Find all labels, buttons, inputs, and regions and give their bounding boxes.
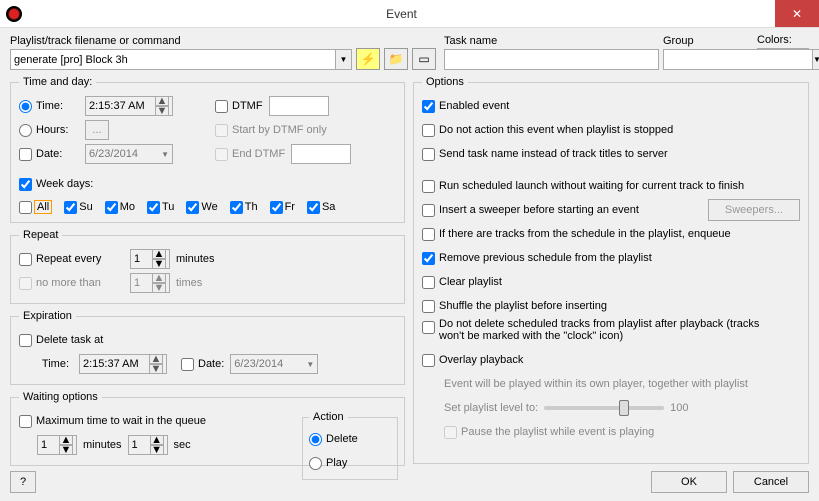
taskname-input[interactable]	[444, 49, 659, 70]
date-check[interactable]	[19, 148, 32, 161]
window-icon-button[interactable]: ▭	[412, 48, 436, 70]
options-group: Options Enabled event Do not action this…	[413, 76, 809, 464]
filename-label: Playlist/track filename or command	[10, 35, 352, 47]
action-delete-radio[interactable]	[309, 433, 322, 446]
start-dtmf-check	[215, 124, 228, 137]
waiting-group: Waiting options Maximum time to wait in …	[10, 391, 405, 466]
end-dtmf-input	[291, 144, 351, 164]
dtmf-input[interactable]	[269, 96, 329, 116]
date-select[interactable]: 6/23/2014▼	[85, 144, 173, 164]
exp-time-input[interactable]: 2:15:37 AM▲▼	[79, 354, 167, 374]
exp-date-select[interactable]: 6/23/2014▼	[230, 354, 318, 374]
day-we-check[interactable]	[186, 201, 199, 214]
filename-input[interactable]	[10, 49, 335, 70]
help-button[interactable]: ?	[10, 471, 36, 493]
expiration-group: Expiration Delete task at Time: 2:15:37 …	[10, 310, 405, 385]
time-radio[interactable]	[19, 100, 32, 113]
close-button[interactable]: ✕	[775, 0, 819, 27]
hours-dots-button[interactable]: ...	[85, 120, 109, 140]
taskname-label: Task name	[444, 35, 659, 47]
nomore-input: 1▲▼	[130, 273, 170, 293]
shuffle-check[interactable]	[422, 300, 435, 313]
time-input[interactable]: 2:15:37 AM▲▼	[85, 96, 173, 116]
maxwait-check[interactable]	[19, 415, 32, 428]
end-dtmf-check	[215, 148, 228, 161]
delete-task-check[interactable]	[19, 334, 32, 347]
time-day-group: Time and day: Time: 2:15:37 AM▲▼ DTMF Ho…	[10, 76, 405, 223]
day-su-check[interactable]	[64, 201, 77, 214]
enabled-check[interactable]	[422, 100, 435, 113]
day-th-check[interactable]	[230, 201, 243, 214]
insertsweeper-check[interactable]	[422, 204, 435, 217]
bolt-icon-button[interactable]: ⚡	[356, 48, 380, 70]
runscheduled-check[interactable]	[422, 180, 435, 193]
colors-label: Colors:	[757, 34, 809, 46]
repeat-every-check[interactable]	[19, 253, 32, 266]
nomore-check	[19, 277, 32, 290]
repeat-every-input[interactable]: 1▲▼	[130, 249, 170, 269]
day-mo-check[interactable]	[105, 201, 118, 214]
weekdays-check[interactable]	[19, 178, 32, 191]
day-sa-check[interactable]	[307, 201, 320, 214]
nodelete-check[interactable]	[422, 321, 435, 334]
action-play-radio[interactable]	[309, 457, 322, 470]
level-slider	[544, 406, 664, 410]
pause-check	[444, 426, 457, 439]
app-icon	[6, 6, 22, 22]
iftracks-check[interactable]	[422, 228, 435, 241]
exp-date-check[interactable]	[181, 358, 194, 371]
sweepers-button: Sweepers...	[708, 199, 800, 221]
wait-sec-input[interactable]: 1▲▼	[128, 435, 168, 455]
overlay-check[interactable]	[422, 354, 435, 367]
group-label: Group	[663, 35, 753, 47]
repeat-group: Repeat Repeat every 1▲▼ minutes no more …	[10, 229, 405, 304]
group-input[interactable]	[663, 49, 812, 70]
day-fr-check[interactable]	[270, 201, 283, 214]
sendtask-check[interactable]	[422, 148, 435, 161]
clear-check[interactable]	[422, 276, 435, 289]
dtmf-check[interactable]	[215, 100, 228, 113]
noaction-check[interactable]	[422, 124, 435, 137]
ok-button[interactable]: OK	[651, 471, 727, 493]
removeprev-check[interactable]	[422, 252, 435, 265]
wait-min-input[interactable]: 1▲▼	[37, 435, 77, 455]
hours-radio[interactable]	[19, 124, 32, 137]
folder-icon-button[interactable]: 📁	[384, 48, 408, 70]
window-title: Event	[28, 7, 775, 21]
day-tu-check[interactable]	[147, 201, 160, 214]
all-days-check[interactable]	[19, 201, 32, 214]
cancel-button[interactable]: Cancel	[733, 471, 809, 493]
action-group: Action Delete Play	[302, 411, 398, 480]
group-dropdown-icon[interactable]: ▼	[812, 49, 819, 70]
filename-dropdown-icon[interactable]: ▼	[335, 49, 352, 70]
